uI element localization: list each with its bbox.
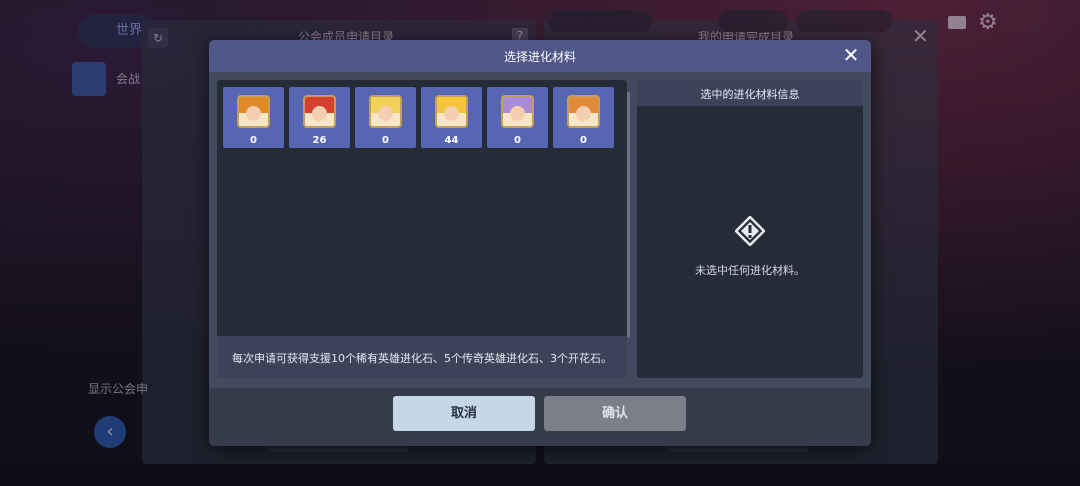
confirm-button[interactable]: 确认 [544, 396, 686, 431]
hero-portrait-icon [501, 95, 534, 128]
hero-portrait-icon [567, 95, 600, 128]
notice-text: 显示公会申 [88, 382, 149, 396]
material-count: 0 [514, 135, 521, 146]
material-list-panel: 0 26 0 44 0 0 每次申请可获得支援10个稀有英雄进化石、5个传奇英雄进化石、3… [217, 80, 630, 378]
empty-selection-text: 未选中任何进化材料。 [695, 264, 805, 277]
close-icon[interactable]: ✕ [912, 24, 929, 48]
material-item[interactable]: 0 [553, 87, 614, 148]
dialog-header: 选择进化材料 ✕ [209, 40, 871, 72]
material-item[interactable]: 0 [223, 87, 284, 148]
warning-diamond-icon [735, 216, 765, 246]
cancel-button[interactable]: 取消 [393, 396, 535, 431]
material-item[interactable]: 0 [355, 87, 416, 148]
material-count: 0 [580, 135, 587, 146]
currency-pill [718, 10, 788, 32]
dialog-title: 选择进化材料 [503, 50, 576, 64]
selected-panel-header: 选中的进化材料信息 [637, 80, 863, 106]
info-text: 每次申请可获得支援10个稀有英雄进化石、5个传奇英雄进化石、3个开花石。 [232, 352, 612, 365]
material-count: 0 [382, 135, 389, 146]
hero-portrait-icon [303, 95, 336, 128]
speaker-icon[interactable] [72, 62, 106, 96]
hero-portrait-icon [435, 95, 468, 128]
hero-portrait-icon [237, 95, 270, 128]
selected-panel-title: 选中的进化材料信息 [700, 88, 800, 101]
material-item[interactable]: 44 [421, 87, 482, 148]
evolution-material-dialog: 选择进化材料 ✕ 0 26 0 44 0 0 每次申请可获得支援10个稀有英雄进化石、5个… [209, 40, 871, 446]
chevron-left-icon: ‹ [106, 421, 114, 442]
mail-icon[interactable] [948, 16, 966, 29]
material-count: 0 [250, 135, 257, 146]
hero-portrait-icon [369, 95, 402, 128]
material-item[interactable]: 26 [289, 87, 350, 148]
scrollbar[interactable] [627, 92, 630, 338]
close-button[interactable]: ✕ [839, 43, 863, 67]
back-button[interactable]: ‹ [94, 416, 126, 448]
chat-preview: 会战 [116, 72, 141, 86]
currency-pill [796, 10, 892, 32]
refresh-icon[interactable]: ↻ [148, 28, 168, 48]
dialog-body: 0 26 0 44 0 0 每次申请可获得支援10个稀有英雄进化石、5个传奇英雄进化石、3… [209, 72, 871, 388]
info-bar: 每次申请可获得支援10个稀有英雄进化石、5个传奇英雄进化石、3个开花石。 [217, 336, 627, 378]
currency-pill [548, 10, 652, 32]
material-item[interactable]: 0 [487, 87, 548, 148]
material-count: 26 [312, 135, 327, 146]
selected-material-panel: 选中的进化材料信息 未选中任何进化材料。 [637, 80, 863, 378]
material-count: 44 [444, 135, 459, 146]
gear-icon[interactable]: ⚙ [978, 10, 998, 35]
dialog-footer: 取消 确认 [209, 388, 871, 446]
